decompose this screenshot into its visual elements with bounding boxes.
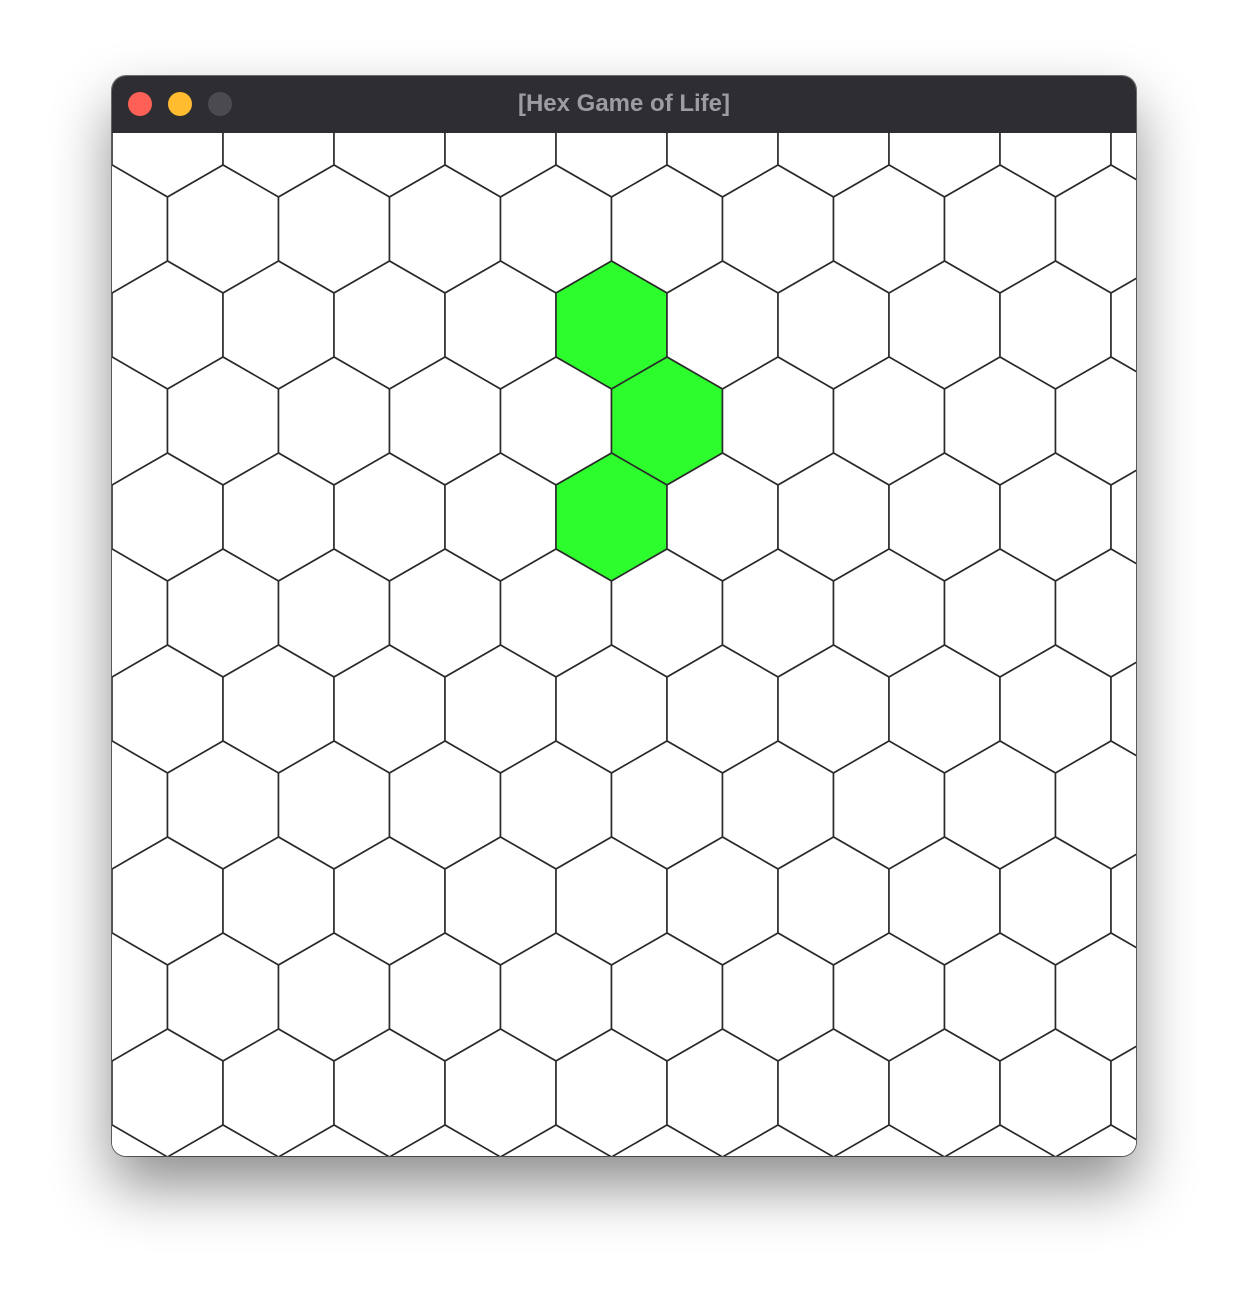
zoom-button[interactable] [208,92,232,116]
hex-grid[interactable] [112,133,1136,1156]
hex-board-canvas[interactable] [112,133,1136,1156]
close-button[interactable] [128,92,152,116]
app-window: [Hex Game of Life] [112,76,1136,1156]
window-title: [Hex Game of Life] [517,90,731,117]
title-bar[interactable]: [Hex Game of Life] [112,76,1136,133]
minimize-button[interactable] [168,92,192,116]
